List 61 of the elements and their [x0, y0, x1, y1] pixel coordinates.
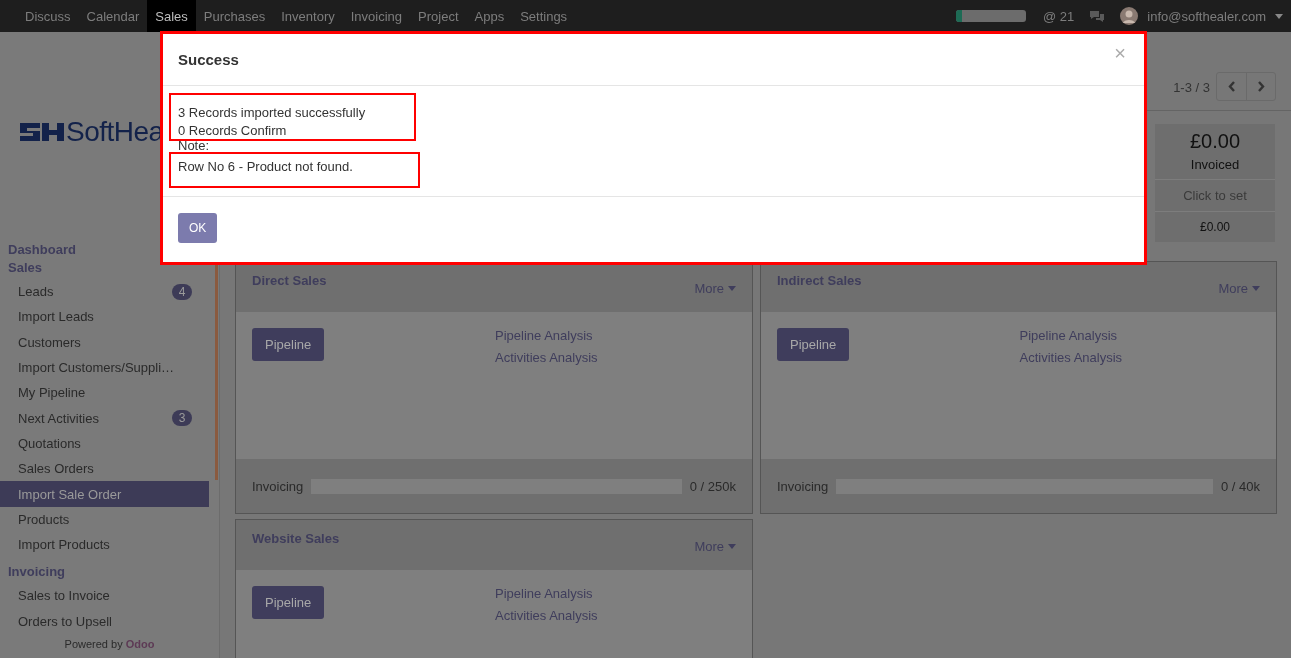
menu-section-title[interactable]: Invoicing [0, 563, 219, 582]
dialog-title: Success [178, 51, 239, 68]
app-menu-item[interactable]: Apps [466, 0, 513, 32]
report-link[interactable]: Pipeline Analysis [495, 328, 593, 343]
total-text: £0.00 [1199, 219, 1231, 236]
chevron-right-icon [1257, 81, 1265, 92]
count-badge: 3 [172, 410, 192, 427]
pipeline-button[interactable]: Pipeline [252, 586, 325, 619]
report-link[interactable]: Activities Analysis [495, 350, 598, 365]
pager-text: 1-3 / 3 [1173, 80, 1210, 95]
sidebar-item[interactable]: Orders to Upsell [0, 608, 209, 634]
sidebar-item[interactable]: Products [0, 506, 209, 532]
report-link[interactable]: Pipeline Analysis [495, 586, 593, 601]
app-menu-item[interactable]: Settings [512, 0, 576, 32]
sidebar-item[interactable]: Import Customers/Suppli… [0, 354, 209, 381]
progress-reading: 0 / 250k [689, 478, 736, 494]
powered-by-text: Powered by Odoo [63, 637, 156, 650]
chevron-left-icon [1227, 81, 1236, 92]
caret-icon [1252, 286, 1260, 291]
caret-icon [728, 286, 736, 291]
app-menu-item[interactable]: Inventory [273, 0, 343, 32]
progress-label: Invoicing [777, 478, 829, 494]
count-badge: 4 [172, 283, 192, 300]
pipeline-button[interactable]: Pipeline [777, 328, 850, 361]
avatar-icon[interactable] [1120, 7, 1139, 25]
report-link[interactable]: Activities Analysis [495, 608, 598, 623]
error-text: Row No 6 - Product not found. [178, 158, 354, 176]
amount-text: £0.00 [1188, 130, 1242, 153]
app-menu-item[interactable]: Project [410, 0, 467, 32]
sidebar-item[interactable]: Sales to Invoice [0, 583, 209, 609]
app-menu-item[interactable]: Invoicing [342, 0, 411, 32]
sidebar-item[interactable]: Customers [0, 329, 209, 355]
report-link[interactable]: Activities Analysis [1019, 350, 1123, 365]
app-menu-item[interactable]: Purchases [195, 0, 274, 32]
message-text: 0 Records Confirm [178, 122, 288, 140]
close-button[interactable]: × [1114, 42, 1126, 65]
logo-text: SoftHea [66, 116, 164, 148]
user-menu[interactable]: info@softhealer.com [1147, 8, 1266, 24]
sidebar-item[interactable]: Next Activities 3 [0, 405, 209, 431]
chat-icon[interactable] [1089, 9, 1106, 23]
note-label: Note: [177, 137, 211, 154]
pipeline-button[interactable]: Pipeline [252, 328, 325, 361]
ok-button[interactable]: OK [178, 213, 218, 243]
sidebar-item[interactable]: My Pipeline [0, 380, 209, 406]
sidebar-item[interactable]: Leads 4 [0, 279, 209, 305]
progress-label: Invoicing [252, 478, 304, 494]
sidebar-item[interactable]: Sales Orders [0, 456, 209, 482]
caret-icon [728, 544, 736, 549]
message-text: 3 Records imported successfully [178, 104, 367, 122]
app-menu-item[interactable]: Calendar [78, 0, 148, 32]
progress-reading: 0 / 40k [1220, 478, 1260, 494]
stat-label: Invoiced [1189, 157, 1241, 172]
app-menu-item[interactable]: Discuss [17, 0, 79, 32]
sidebar-item[interactable]: Import Leads [0, 304, 209, 330]
caret-icon [1275, 13, 1283, 19]
sidebar-item[interactable]: Import Products [0, 531, 209, 558]
mentions-button[interactable]: @ 21 [1043, 8, 1075, 24]
report-link[interactable]: Pipeline Analysis [1019, 328, 1118, 343]
sidebar-item[interactable]: Import Sale Order [0, 481, 209, 507]
app-menu-item[interactable]: Sales [147, 0, 196, 32]
sidebar-item[interactable]: Quotations [0, 430, 209, 457]
